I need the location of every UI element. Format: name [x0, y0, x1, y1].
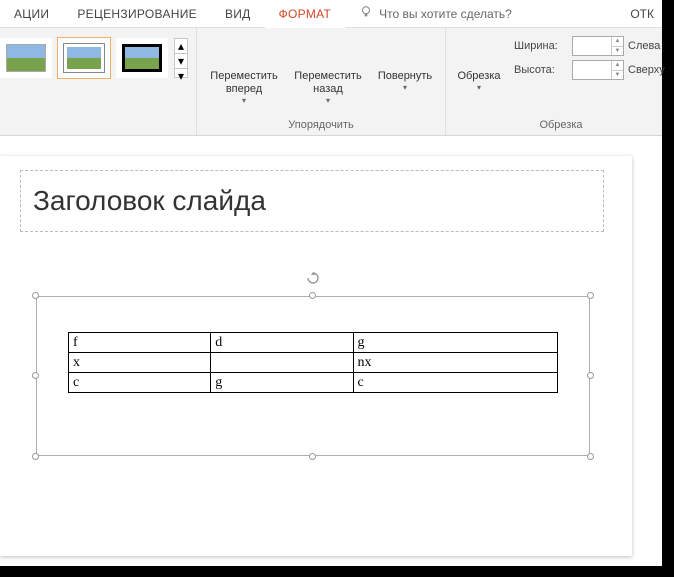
- chevron-down-icon: ▾: [242, 96, 246, 105]
- more-icon: ▾: [178, 69, 184, 83]
- chevron-down-icon: ▾: [477, 83, 481, 92]
- data-table[interactable]: f d g x nx c g c: [68, 332, 558, 393]
- table-cell[interactable]: g: [353, 333, 558, 353]
- resize-handle-br[interactable]: [587, 453, 594, 460]
- chevron-up-icon[interactable]: ▲: [612, 61, 623, 70]
- tab-far-right[interactable]: ОТК: [622, 7, 662, 21]
- tab-review[interactable]: РЕЦЕНЗИРОВАНИЕ: [63, 0, 211, 28]
- table-selection-frame[interactable]: f d g x nx c g c: [36, 296, 590, 456]
- arrange-group: Переместить вперед ▾ Переместить назад ▾: [197, 28, 446, 135]
- rotate-button[interactable]: Повернуть ▾: [373, 32, 437, 92]
- picture-style-black-frame[interactable]: [116, 38, 168, 78]
- picture-styles-group: ▴ ▾ ▾: [0, 28, 197, 135]
- bring-forward-button[interactable]: Переместить вперед ▾: [205, 32, 283, 105]
- table-cell[interactable]: c: [69, 373, 211, 393]
- picture-style-mat[interactable]: [58, 38, 110, 78]
- top-label: Сверху: [628, 64, 668, 76]
- chevron-down-icon: ▾: [178, 54, 184, 68]
- width-spinbox[interactable]: ▲▼: [572, 36, 624, 56]
- table-cell[interactable]: d: [211, 333, 353, 353]
- crop-group: Обрезка ▾ Ширина: ▲▼ Слева: [446, 28, 674, 135]
- chevron-down-icon[interactable]: ▼: [612, 70, 623, 80]
- table-row[interactable]: x nx: [69, 353, 558, 373]
- size-controls: Ширина: ▲▼ Слева Высота: ▲▼: [514, 32, 668, 80]
- table-cell[interactable]: f: [69, 333, 211, 353]
- ribbon-tabs: АЦИИ РЕЦЕНЗИРОВАНИЕ ВИД ФОРМАТ Что вы хо…: [0, 0, 662, 28]
- resize-handle-bl[interactable]: [32, 453, 39, 460]
- resize-handle-tr[interactable]: [587, 292, 594, 299]
- left-label: Слева: [628, 40, 668, 52]
- send-backward-button[interactable]: Переместить назад ▾: [289, 32, 367, 105]
- chevron-down-icon[interactable]: ▼: [612, 46, 623, 56]
- slide-workspace[interactable]: Заголовок слайда: [0, 136, 662, 566]
- resize-handle-tl[interactable]: [32, 292, 39, 299]
- height-label: Высота:: [514, 64, 568, 76]
- resize-handle-b[interactable]: [309, 453, 316, 460]
- arrange-group-label: Упорядочить: [288, 117, 353, 133]
- rotate-handle[interactable]: [307, 272, 319, 284]
- chevron-up-icon[interactable]: ▲: [612, 37, 623, 46]
- table-cell[interactable]: c: [353, 373, 558, 393]
- resize-handle-r[interactable]: [587, 372, 594, 379]
- resize-handle-t[interactable]: [309, 292, 316, 299]
- tell-me-placeholder: Что вы хотите сделать?: [379, 7, 512, 21]
- chevron-down-icon: ▾: [326, 96, 330, 105]
- crop-group-label: Обрезка: [539, 117, 582, 133]
- resize-handle-l[interactable]: [32, 372, 39, 379]
- slide-title-placeholder[interactable]: Заголовок слайда: [20, 170, 604, 232]
- height-spinbox[interactable]: ▲▼: [572, 60, 624, 80]
- bulb-icon: [359, 5, 373, 22]
- tell-me-search[interactable]: Что вы хотите сделать?: [345, 5, 526, 22]
- chevron-up-icon: ▴: [178, 39, 184, 53]
- tab-format[interactable]: ФОРМАТ: [265, 0, 346, 28]
- picture-style-gallery: [0, 32, 168, 78]
- table-row[interactable]: c g c: [69, 373, 558, 393]
- table-cell[interactable]: nx: [353, 353, 558, 373]
- crop-button[interactable]: Обрезка ▾: [454, 32, 504, 92]
- table-cell[interactable]: [211, 353, 353, 373]
- tab-view[interactable]: ВИД: [211, 0, 265, 28]
- ribbon: ▴ ▾ ▾ Переместить вп: [0, 28, 662, 136]
- picture-style-simple[interactable]: [0, 38, 52, 78]
- table-cell[interactable]: x: [69, 353, 211, 373]
- slide-title-text: Заголовок слайда: [33, 185, 266, 217]
- width-label: Ширина:: [514, 40, 568, 52]
- picture-style-gallery-dropdown[interactable]: ▴ ▾ ▾: [174, 38, 188, 78]
- table-cell[interactable]: g: [211, 373, 353, 393]
- tab-animations[interactable]: АЦИИ: [0, 0, 63, 28]
- slide[interactable]: Заголовок слайда: [0, 156, 632, 556]
- table-row[interactable]: f d g: [69, 333, 558, 353]
- chevron-down-icon: ▾: [403, 83, 407, 92]
